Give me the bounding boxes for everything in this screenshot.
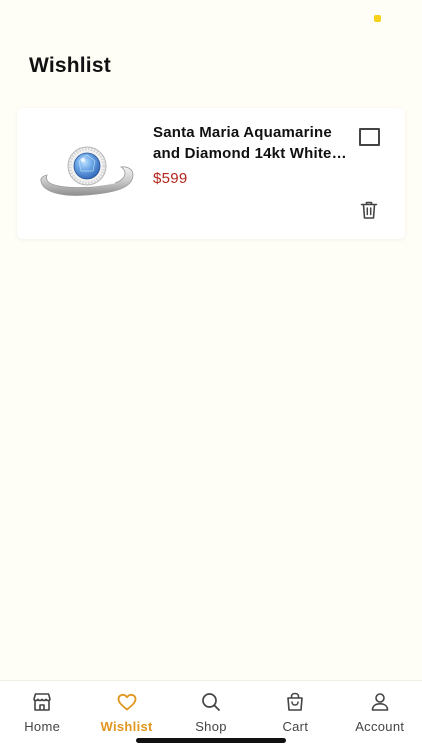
- nav-label-wishlist: Wishlist: [100, 719, 153, 734]
- status-indicator-dot: [374, 15, 381, 22]
- nav-item-account[interactable]: Account: [342, 681, 418, 734]
- product-name[interactable]: Santa Maria Aquamarine and Diamond 14kt …: [153, 122, 349, 164]
- page-title: Wishlist: [29, 54, 111, 77]
- user-icon: [371, 693, 389, 711]
- heart-icon: [117, 693, 136, 711]
- nav-item-cart[interactable]: Cart: [257, 681, 333, 734]
- delete-item-button[interactable]: [360, 200, 378, 220]
- nav-label-home: Home: [24, 719, 61, 734]
- nav-label-account: Account: [355, 719, 405, 734]
- product-image[interactable]: [35, 123, 139, 223]
- nav-item-wishlist[interactable]: Wishlist: [89, 681, 165, 734]
- wishlist-item-card[interactable]: Santa Maria Aquamarine and Diamond 14kt …: [17, 108, 405, 239]
- product-price: $599: [153, 170, 188, 187]
- status-bar: [0, 0, 422, 40]
- trash-icon: [360, 201, 378, 219]
- search-icon: [202, 693, 220, 711]
- select-item-checkbox[interactable]: [359, 128, 380, 146]
- nav-label-cart: Cart: [282, 719, 309, 734]
- nav-item-shop[interactable]: Shop: [173, 681, 249, 734]
- nav-label-shop: Shop: [195, 719, 227, 734]
- aquamarine-ring-image: [40, 146, 134, 196]
- nav-item-home[interactable]: Home: [4, 681, 80, 734]
- wishlist-screen: Wishlist Santa Maria Aquamarine and Diam…: [0, 0, 422, 750]
- shopping-bag-icon: [287, 692, 304, 711]
- storefront-icon: [33, 693, 51, 711]
- home-indicator: [136, 738, 286, 743]
